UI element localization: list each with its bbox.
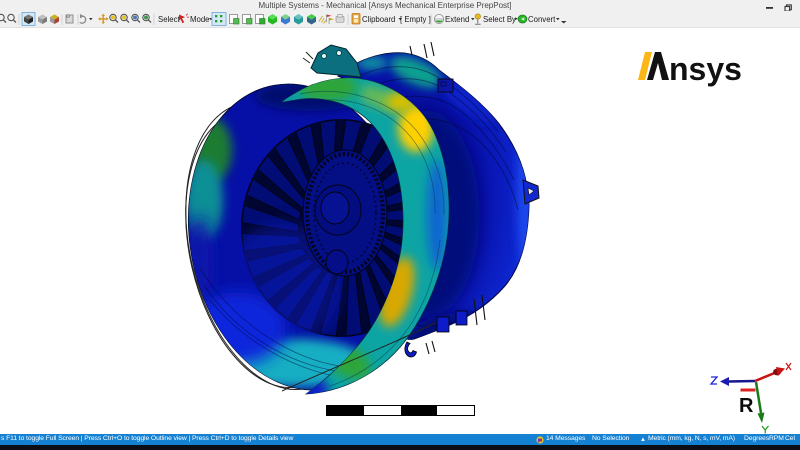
svg-text:Select By: Select By [483,15,516,24]
svg-text:Select: Select [158,15,181,24]
svg-text:Extend: Extend [445,15,469,24]
svg-text:Convert: Convert [528,15,556,24]
svg-text:Clipboard: Clipboard [362,15,395,24]
svg-text:[ Empty ]: [ Empty ] [400,15,431,24]
svg-text:R: R [739,395,754,417]
svg-text:Mode: Mode [190,15,210,24]
svg-text:nsys: nsys [669,51,742,87]
